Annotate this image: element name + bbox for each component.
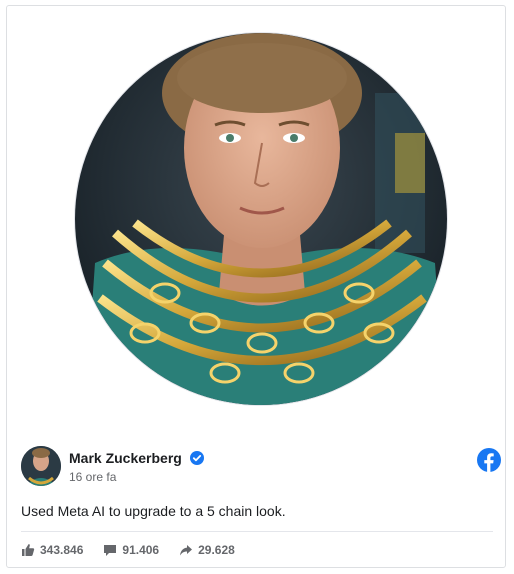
comments-count: 91.406	[122, 543, 160, 557]
comments-stat[interactable]: 91.406	[103, 543, 159, 557]
facebook-icon[interactable]	[477, 448, 501, 472]
shares-count: 29.628	[198, 543, 235, 557]
divider	[21, 531, 493, 532]
post-message: Used Meta AI to upgrade to a 5 chain loo…	[21, 503, 286, 519]
likes-count: 343.846	[40, 543, 84, 557]
page: Mark Zuckerberg 16 ore fa Used Meta AI t…	[0, 0, 514, 574]
verified-badge-icon	[190, 451, 204, 465]
avatar[interactable]	[21, 446, 61, 486]
comment-icon	[104, 545, 117, 556]
share-arrow-icon	[180, 545, 193, 556]
engagement-stats: 343.846 91.406 29.628	[21, 539, 255, 561]
author-name[interactable]: Mark Zuckerberg	[69, 450, 182, 466]
thumbs-up-icon	[22, 544, 35, 556]
post-timestamp[interactable]: 16 ore fa	[69, 470, 116, 484]
shares-stat[interactable]: 29.628	[179, 543, 235, 557]
post-header: Mark Zuckerberg 16 ore fa	[21, 446, 501, 490]
profile-photo[interactable]	[74, 32, 448, 406]
profile-photo-illustration	[75, 33, 447, 405]
avatar-image	[21, 446, 61, 486]
likes-stat[interactable]: 343.846	[21, 543, 83, 557]
post-card: Mark Zuckerberg 16 ore fa Used Meta AI t…	[6, 5, 506, 568]
